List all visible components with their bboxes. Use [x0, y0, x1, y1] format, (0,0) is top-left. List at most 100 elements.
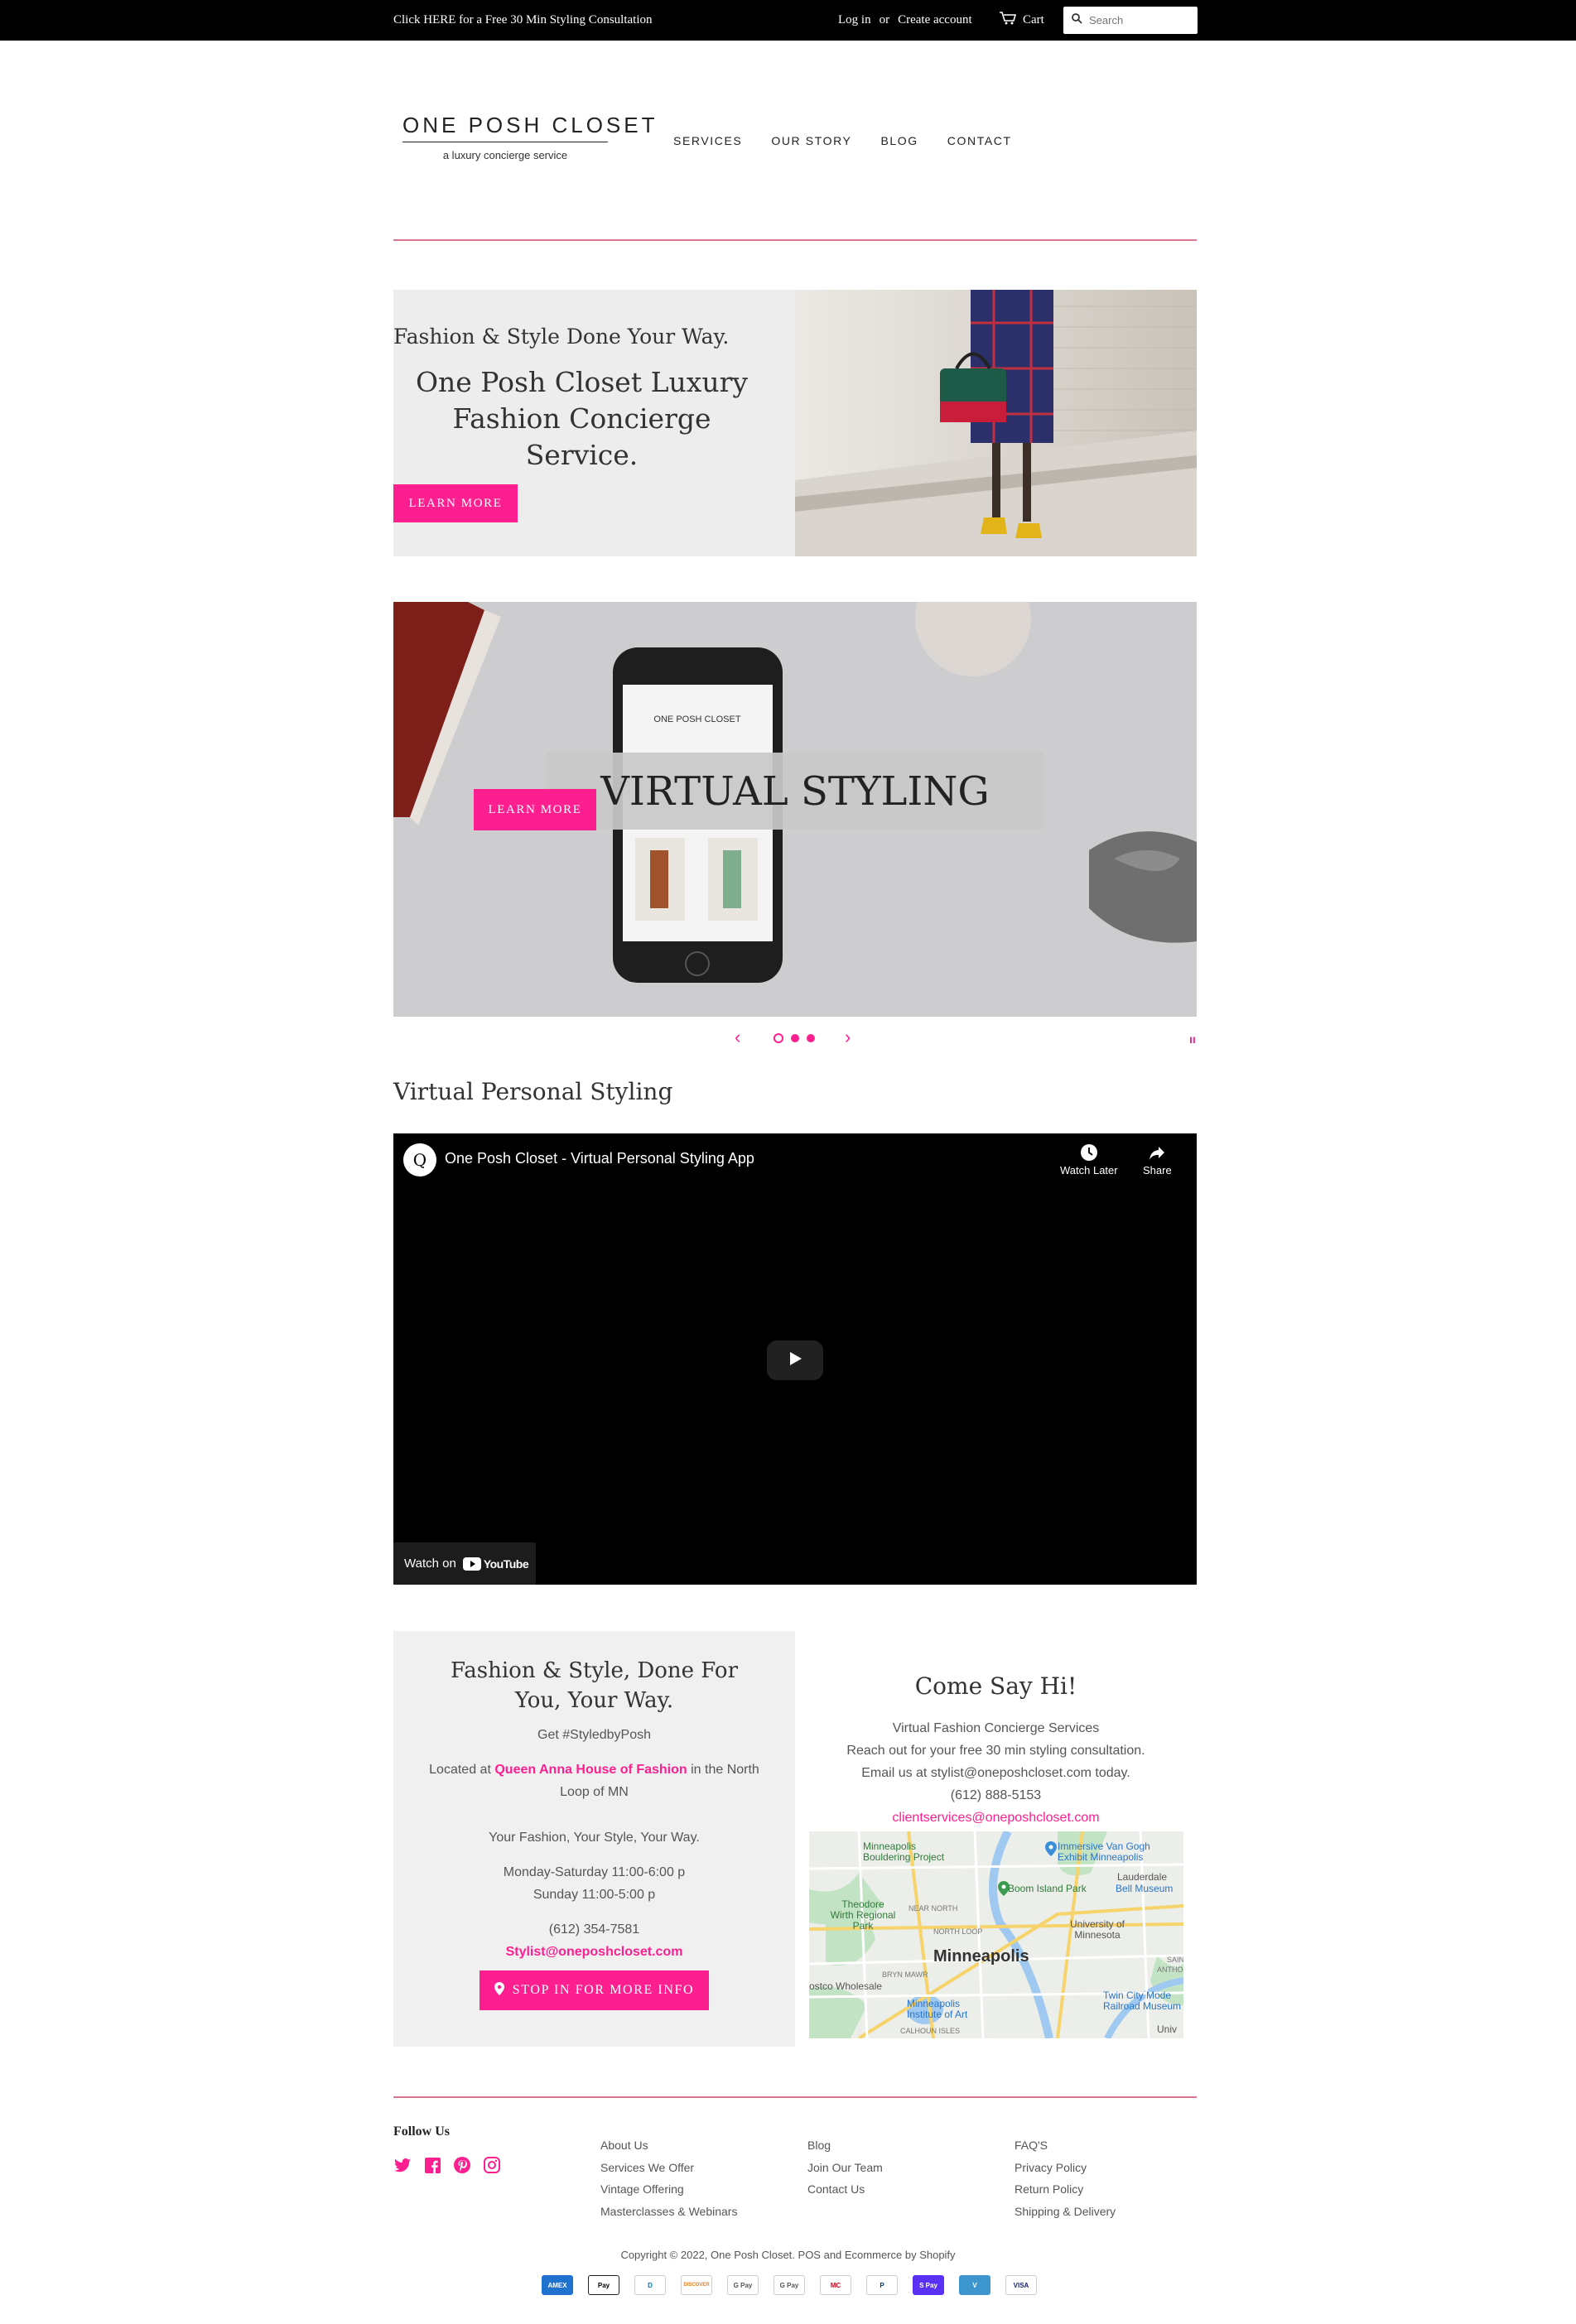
slide-title-box: VIRTUAL STYLING	[547, 753, 1043, 830]
slide-title: VIRTUAL STYLING	[600, 767, 990, 815]
diners-club-icon: D	[634, 2275, 666, 2295]
location-prefix: Located at	[429, 1763, 491, 1777]
watch-later-button[interactable]: Watch Later	[1060, 1143, 1118, 1176]
location-link[interactable]: Queen Anna House of Fashion	[494, 1763, 687, 1777]
account-links: Log in or Create account	[838, 13, 981, 27]
tagline-text: Your Fashion, Your Style, Your Way.	[489, 1831, 700, 1845]
channel-avatar[interactable]: Q	[403, 1143, 436, 1176]
footer-link-vintage[interactable]: Vintage Offering	[600, 2178, 737, 2201]
contact-line-1: Virtual Fashion Concierge Services	[892, 1721, 1100, 1735]
main-nav: SERVICES OUR STORY BLOG CONTACT	[673, 134, 1012, 147]
store-phone: (612) 354-7581	[548, 1922, 640, 1937]
watch-on-youtube[interactable]: Watch on YouTube	[393, 1542, 536, 1585]
footer-link-shipping[interactable]: Shipping & Delivery	[1015, 2201, 1116, 2223]
follow-us-heading: Follow Us	[393, 2124, 450, 2139]
play-icon	[787, 1350, 803, 1371]
video-player[interactable]: Q One Posh Closet - Virtual Personal Sty…	[393, 1133, 1197, 1585]
location-text: Located at Queen Anna House of Fashion i…	[393, 1759, 795, 1803]
map-label-univ: Univ	[1157, 2023, 1178, 2035]
footer-divider	[393, 2096, 1197, 2098]
slide-learn-more-button[interactable]: LEARN MORE	[474, 789, 596, 830]
footer-link-privacy[interactable]: Privacy Policy	[1015, 2157, 1116, 2179]
map-label-lauderdale: Lauderdale	[1117, 1871, 1168, 1883]
footer-link-about[interactable]: About Us	[600, 2134, 737, 2157]
map-label-bell: Bell Museum	[1116, 1883, 1174, 1894]
apple-pay-icon: Pay	[588, 2275, 619, 2295]
svg-text:ONE POSH CLOSET: ONE POSH CLOSET	[653, 715, 740, 724]
footer-link-faq[interactable]: FAQ'S	[1015, 2134, 1116, 2157]
map-pin-icon[interactable]	[998, 1881, 1010, 1900]
slide-dot-1[interactable]	[774, 1033, 783, 1043]
twitter-icon[interactable]	[393, 2156, 412, 2174]
footer-link-join[interactable]: Join Our Team	[807, 2157, 883, 2179]
slide-dot-2[interactable]	[791, 1034, 799, 1042]
share-icon	[1143, 1143, 1172, 1164]
nav-our-story[interactable]: OUR STORY	[771, 134, 851, 147]
hero-headline: One Posh Closet Luxury Fashion Concierge…	[415, 366, 749, 471]
footer-col-2: Blog Join Our Team Contact Us	[807, 2134, 883, 2201]
slide-dot-3[interactable]	[807, 1034, 815, 1042]
contact-line-2: Reach out for your free 30 min styling c…	[846, 1744, 1145, 1758]
map-pin-icon[interactable]	[1045, 1841, 1057, 1860]
map-label-near-north: NEAR NORTH	[908, 1904, 958, 1913]
chevron-right-icon[interactable]: ›	[845, 1027, 851, 1048]
instagram-icon[interactable]	[483, 2156, 501, 2174]
pinterest-icon[interactable]	[453, 2156, 471, 2174]
stop-in-button[interactable]: STOP IN FOR MORE INFO	[480, 1970, 709, 2010]
chevron-left-icon[interactable]: ‹	[735, 1027, 740, 1048]
map-label-twin-city: Twin City Mode Railroad Museum	[1103, 1990, 1182, 2012]
hashtag-text: Get #StyledbyPosh	[537, 1728, 651, 1742]
cart-link[interactable]: Cart	[1000, 12, 1044, 29]
search-input[interactable]	[1089, 14, 1188, 26]
social-links	[393, 2156, 501, 2174]
footer-link-masterclasses[interactable]: Masterclasses & Webinars	[600, 2201, 737, 2223]
mastercard-icon: MC	[820, 2275, 851, 2295]
contact-phone: (612) 888-5153	[950, 1788, 1042, 1802]
amex-icon: AMEX	[542, 2275, 573, 2295]
header-divider	[393, 239, 1197, 241]
shop-pay-icon: S Pay	[913, 2275, 944, 2295]
map-label-anthony: ANTHONY	[1157, 1966, 1183, 1974]
hero-learn-more-button[interactable]: LEARN MORE	[393, 484, 518, 522]
cart-icon	[1000, 12, 1017, 29]
footer-col-3: FAQ'S Privacy Policy Return Policy Shipp…	[1015, 2134, 1116, 2222]
youtube-label: YouTube	[483, 1557, 529, 1571]
map-label-van-gogh: Immersive Van Gogh Exhibit Minneapolis	[1058, 1840, 1150, 1863]
play-button[interactable]	[767, 1340, 823, 1380]
map-pin-icon	[494, 1981, 504, 1999]
logo[interactable]: ONE POSH CLOSET a luxury concierge servi…	[402, 113, 655, 161]
footer-col-1: About Us Services We Offer Vintage Offer…	[600, 2134, 737, 2222]
store-info-panel: Fashion & Style, Done For You, Your Way.…	[393, 1631, 795, 2047]
contact-email-link[interactable]: clientservices@oneposhcloset.com	[795, 1807, 1197, 1829]
hero-section: Fashion & Style Done Your Way. One Posh …	[393, 290, 1197, 556]
footer-link-return[interactable]: Return Policy	[1015, 2178, 1116, 2201]
map-label-bryn-mawr: BRYN MAWR	[882, 1970, 928, 1979]
share-button[interactable]: Share	[1143, 1143, 1172, 1176]
nav-services[interactable]: SERVICES	[673, 134, 742, 147]
store-email-link[interactable]: Stylist@oneposhcloset.com	[393, 1941, 795, 1963]
search-icon[interactable]	[1072, 12, 1082, 28]
nav-blog[interactable]: BLOG	[880, 134, 918, 147]
facebook-icon[interactable]	[423, 2156, 441, 2174]
cart-label: Cart	[1023, 13, 1044, 26]
footer-link-contact[interactable]: Contact Us	[807, 2178, 883, 2201]
video-title[interactable]: One Posh Closet - Virtual Personal Styli…	[445, 1150, 754, 1167]
google-pay-icon: G Pay	[727, 2275, 759, 2295]
map-label-saint: SAIN	[1167, 1956, 1183, 1964]
visa-icon: VISA	[1005, 2275, 1037, 2295]
map-label-calhoun: CALHOUN ISLES	[900, 2027, 961, 2035]
gpay-icon: G Pay	[774, 2275, 805, 2295]
nav-contact[interactable]: CONTACT	[947, 134, 1012, 147]
pause-icon[interactable]: ıı	[1189, 1032, 1196, 1046]
announcement-bar: Click HERE for a Free 30 Min Styling Con…	[0, 0, 1576, 41]
footer-link-services[interactable]: Services We Offer	[600, 2157, 737, 2179]
create-account-link[interactable]: Create account	[898, 13, 972, 26]
copyright-text: Copyright © 2022, One Posh Closet. POS a…	[620, 2249, 956, 2261]
contact-heading: Come Say Hi!	[914, 1672, 1077, 1700]
footer-link-blog[interactable]: Blog	[807, 2134, 883, 2157]
promo-link[interactable]: Click HERE for a Free 30 Min Styling Con…	[393, 13, 652, 27]
login-link[interactable]: Log in	[838, 13, 871, 26]
watch-on-label: Watch on	[404, 1557, 456, 1571]
location-map[interactable]: Minneapolis Minneapolis Bouldering Proje…	[809, 1831, 1183, 2038]
venmo-icon: V	[959, 2275, 990, 2295]
